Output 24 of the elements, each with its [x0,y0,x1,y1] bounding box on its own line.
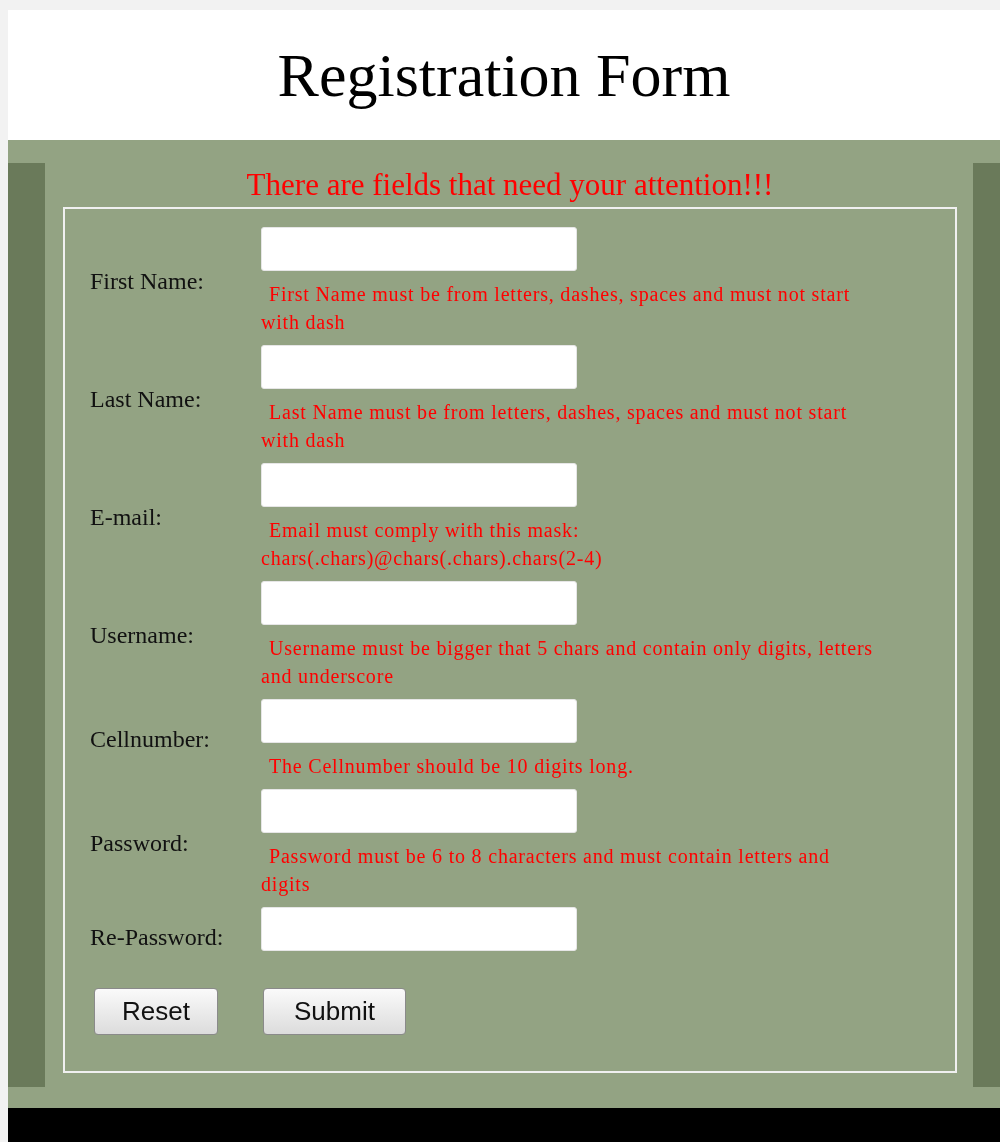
input-field[interactable] [261,789,577,833]
error-message: The Cellnumber should be 10 digits long. [268,754,635,780]
error-message: Email must comply with this mask: chars(.chars)@chars(.chars).chars(2-4) [261,518,604,572]
field-label: Username: [90,622,195,649]
submit-button[interactable]: Submit [263,988,406,1035]
error-message: Username must be bigger that 5 chars and contain only digits, letters and underscore [261,636,873,689]
input-field[interactable] [261,463,577,507]
error-message: Last Name must be from letters, dashes, spaces and must not start with dash [261,400,848,453]
field-label: First Name: [90,268,205,295]
page-title: Registration Form [277,39,731,111]
field-label: Cellnumber: [90,726,211,753]
warning-message: There are fields that need your attention!!! [246,166,774,204]
field-label: Password: [90,830,190,857]
field-label: Last Name: [90,386,203,413]
field-label: E-mail: [90,504,163,531]
input-field[interactable] [261,345,577,389]
input-field[interactable] [261,581,577,625]
input-field[interactable] [261,907,577,951]
error-message: First Name must be from letters, dashes, spaces and must not start with dash [261,282,852,335]
input-field[interactable] [261,227,577,271]
input-field[interactable] [261,699,577,743]
error-message: Password must be 6 to 8 characters and must contain letters and digits [261,844,831,898]
field-label: Re-Password: [90,924,225,951]
reset-button[interactable]: Reset [94,988,218,1035]
